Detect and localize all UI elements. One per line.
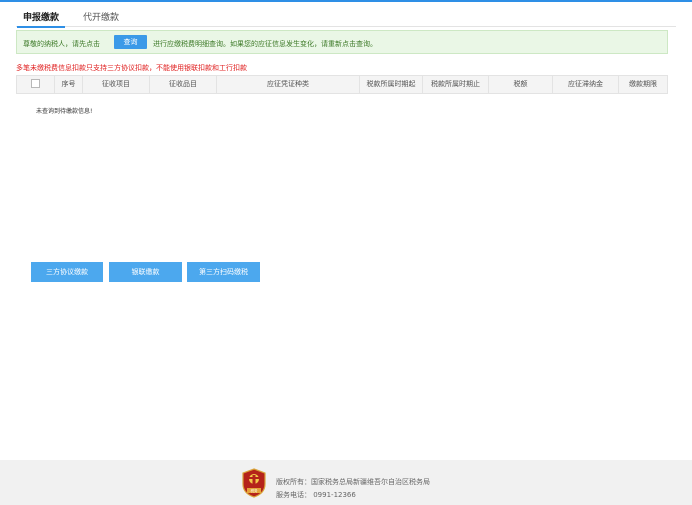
notice-prefix: 尊敬的纳税人，请先点击 xyxy=(23,40,100,48)
table-header: 序号 征收项目 征收品目 应征凭证种类 税款所属时期起 税款所属时期止 税额 应… xyxy=(16,75,668,94)
col-late-fee: 应征滞纳金 xyxy=(553,76,619,93)
copyright-text: 版权所有：国家税务总局新疆维吾尔自治区税务局 xyxy=(276,478,430,486)
tab-issued-payment[interactable]: 代开缴款 xyxy=(83,10,119,23)
col-period-start: 税款所属时期起 xyxy=(360,76,423,93)
notice-banner: 尊敬的纳税人，请先点击 查询 进行应缴税费明细查询。如果您的应征信息发生变化，请… xyxy=(16,30,668,54)
qrcode-payment-button[interactable]: 第三方扫码缴税 xyxy=(187,262,260,282)
tax-emblem-icon: 税务 xyxy=(242,468,266,498)
notice-suffix: 进行应缴税费明细查询。如果您的应征信息发生变化，请重新点击查询。 xyxy=(153,40,377,48)
col-levy-item: 征收项目 xyxy=(83,76,150,93)
query-button[interactable]: 查询 xyxy=(114,35,147,49)
select-all-cell[interactable] xyxy=(17,76,55,93)
logo-text: 税务 xyxy=(251,488,259,493)
tab-declare-payment[interactable]: 申报缴款 xyxy=(16,10,66,28)
col-deadline: 缴款期限 xyxy=(629,80,657,88)
col-voucher-type: 应征凭证种类 xyxy=(217,76,360,93)
col-tax-amount: 税额 xyxy=(489,76,553,93)
top-accent-bar xyxy=(0,0,692,2)
col-levy-subitem: 征收品目 xyxy=(150,76,217,93)
footer: 税务 版权所有：国家税务总局新疆维吾尔自治区税务局 服务电话： 0991-123… xyxy=(0,460,692,505)
col-period-end: 税款所属时期止 xyxy=(423,76,489,93)
select-all-checkbox[interactable] xyxy=(31,79,40,88)
service-phone: 服务电话： 0991-12366 xyxy=(276,491,356,499)
tripartite-payment-button[interactable]: 三方协议缴款 xyxy=(31,262,103,282)
unionpay-payment-button[interactable]: 银联缴款 xyxy=(109,262,182,282)
tab-bar: 申报缴款 代开缴款 xyxy=(16,5,676,28)
warning-text: 多笔未缴税费信息扣款只支持三方协议扣款，不能使用银联扣款和工行扣款 xyxy=(16,64,247,72)
empty-message: 未查询到待缴款信息! xyxy=(36,108,93,115)
col-index: 序号 xyxy=(55,76,83,93)
